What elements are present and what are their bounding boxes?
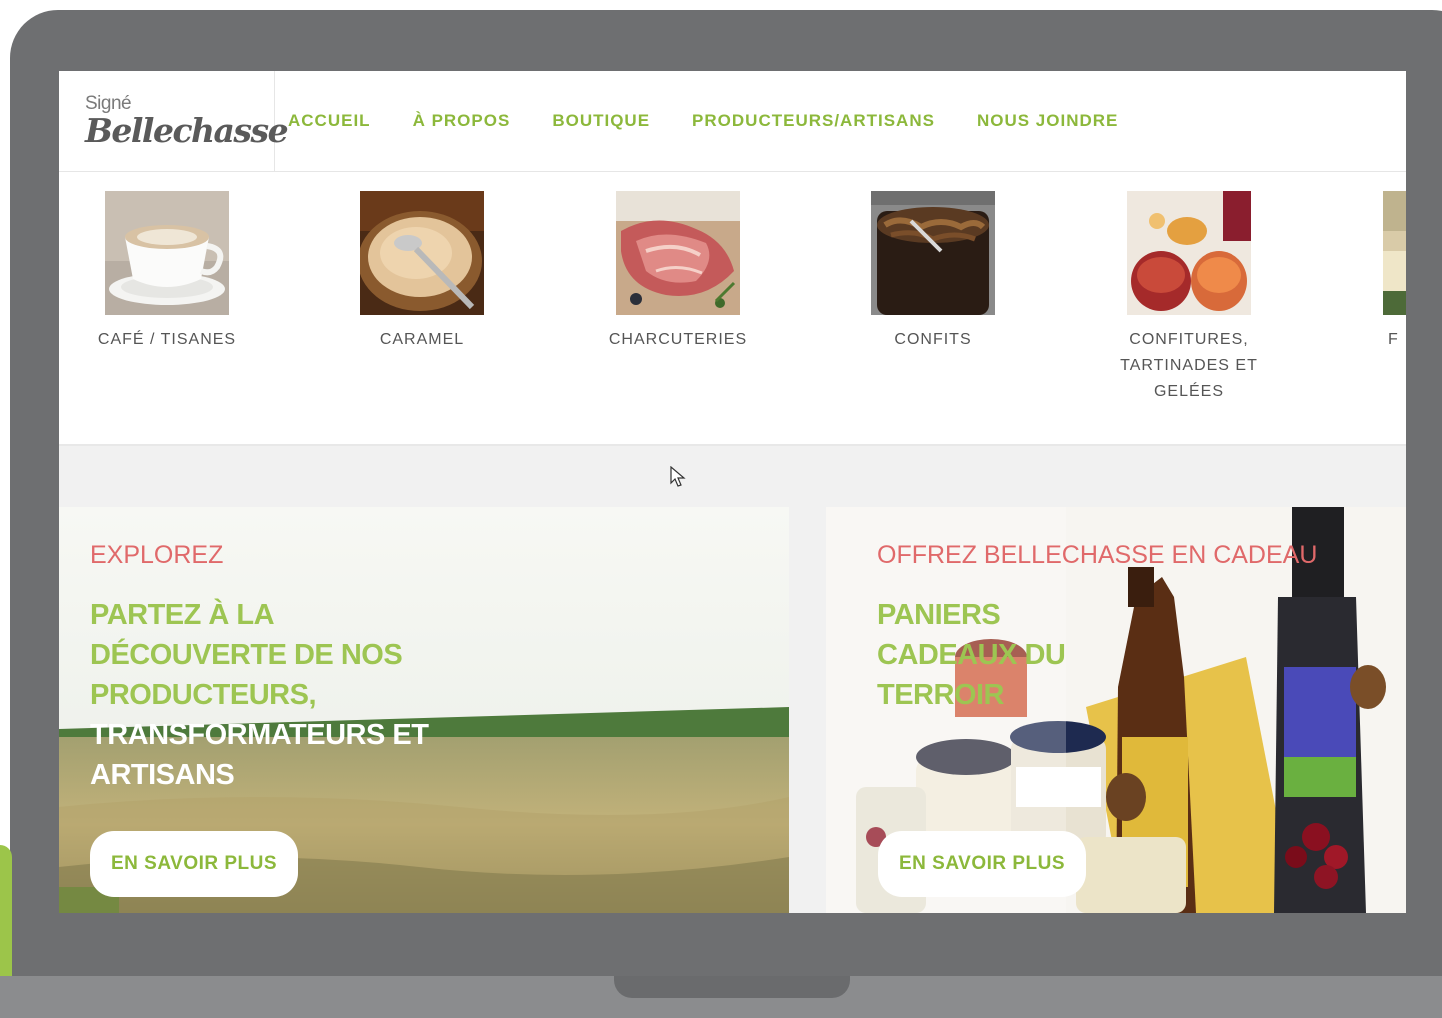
nav-item-accueil[interactable]: ACCUEIL — [288, 111, 371, 131]
category-cafe[interactable]: CAFÉ / TISANES — [77, 191, 257, 353]
promo-card-explore: EXPLOREZ PARTEZ À LA DÉCOUVERTE DE NOS P… — [59, 507, 789, 913]
promo-eyebrow: EXPLOREZ — [90, 541, 224, 569]
site-logo[interactable]: Signé Bellechasse — [59, 71, 289, 171]
category-label: CARAMEL — [379, 331, 465, 348]
promo-title: PARTEZ À LA DÉCOUVERTE DE NOS PRODUCTEUR… — [90, 595, 450, 795]
browser-screen: Signé Bellechasse ACCUEIL À PROPOS BOUTI… — [59, 71, 1406, 913]
confit-jar-image — [871, 191, 995, 315]
caramel-bowl-image — [360, 191, 484, 315]
nav-item-nous-joindre[interactable]: NOUS JOINDRE — [977, 111, 1118, 131]
category-label: CONFITS — [894, 331, 972, 348]
nav-item-producteurs[interactable]: PRODUCTEURS/ARTISANS — [692, 111, 935, 131]
category-label: F — [1388, 331, 1399, 348]
logo-main-text: Bellechasse — [85, 111, 289, 150]
category-caramel[interactable]: CARAMEL — [332, 191, 512, 353]
nav-item-a-propos[interactable]: À PROPOS — [413, 111, 511, 131]
promo-card-gift: OFFREZ BELLECHASSE EN CADEAU PANIERS CAD… — [826, 507, 1406, 913]
laptop-notch — [614, 976, 850, 998]
promo-title-white: TRANSFORMATEURS ET ARTISANS — [90, 719, 429, 791]
mouse-cursor-icon — [670, 466, 686, 487]
decorative-green-shape — [0, 845, 12, 976]
promo-eyebrow: OFFREZ BELLECHASSE EN CADEAU — [877, 541, 1318, 569]
category-confitures[interactable]: CONFITURES, TARTINADES ET GELÉES — [1099, 191, 1279, 405]
cheese-image — [1383, 191, 1406, 315]
nav-item-boutique[interactable]: BOUTIQUE — [552, 111, 650, 131]
category-confits[interactable]: CONFITS — [843, 191, 1023, 353]
category-label: CONFITURES, TARTINADES ET GELÉES — [1120, 331, 1258, 400]
promo-title: PANIERS CADEAUX DU TERROIR — [877, 599, 1066, 711]
category-strip: CAFÉ / TISANES CARAMEL CHARCUTERIES CONF… — [59, 172, 1406, 487]
coffee-cup-image — [105, 191, 229, 315]
jam-jars-image — [1127, 191, 1251, 315]
explore-learn-more-button[interactable]: EN SAVOIR PLUS — [90, 831, 299, 897]
promo-title-green: PARTEZ À LA DÉCOUVERTE DE NOS PRODUCTEUR… — [90, 599, 403, 711]
category-label: CHARCUTERIES — [608, 331, 748, 348]
category-label: CAFÉ / TISANES — [97, 331, 237, 348]
site-header: Signé Bellechasse ACCUEIL À PROPOS BOUTI… — [59, 71, 1406, 172]
category-charcuteries[interactable]: CHARCUTERIES — [588, 191, 768, 353]
gift-learn-more-button[interactable]: EN SAVOIR PLUS — [878, 831, 1087, 897]
category-partial[interactable]: F — [1292, 191, 1406, 353]
main-nav: ACCUEIL À PROPOS BOUTIQUE PRODUCTEURS/AR… — [288, 71, 1160, 171]
charcuterie-image — [616, 191, 740, 315]
